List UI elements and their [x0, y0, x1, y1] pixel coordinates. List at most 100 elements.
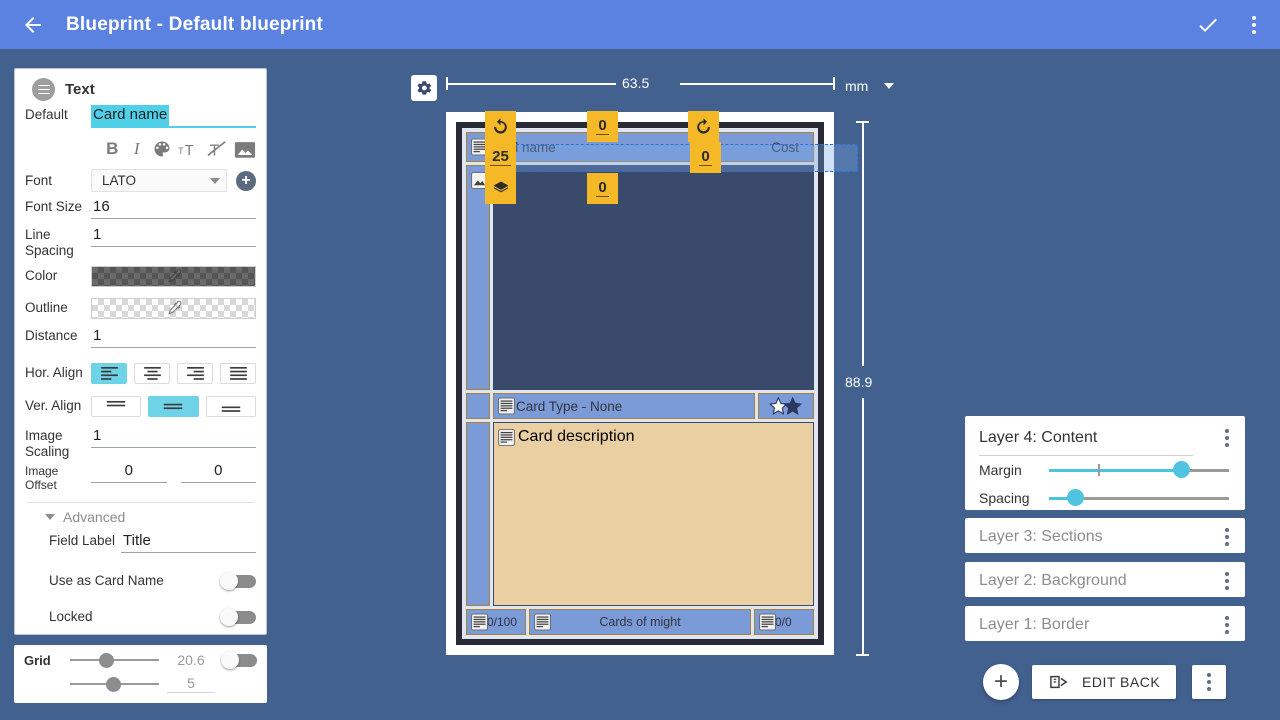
- card-field-type[interactable]: Card Type - None: [493, 393, 755, 419]
- edit-back-label: EDIT BACK: [1082, 674, 1160, 690]
- confirm-button[interactable]: [1188, 5, 1228, 45]
- grid-enable-toggle[interactable]: [221, 651, 257, 669]
- grid-size-slider[interactable]: [70, 651, 159, 669]
- layer-4-spacing-row: Spacing: [965, 484, 1245, 512]
- right-offset-handle[interactable]: 0: [690, 142, 721, 173]
- text-clear-icon: T: [206, 139, 228, 159]
- card-image-placeholder[interactable]: [493, 165, 814, 390]
- outline-swatch[interactable]: [91, 298, 256, 319]
- image-offset-label: Image Offset: [25, 465, 91, 493]
- color-palette-button[interactable]: [152, 137, 172, 161]
- rotate-ccw-handle[interactable]: [485, 111, 516, 142]
- back-button[interactable]: [18, 10, 48, 40]
- card-field-stars[interactable]: [758, 393, 814, 419]
- line-spacing-input[interactable]: 1: [91, 225, 256, 246]
- card-field-cost[interactable]: Cost: [706, 132, 814, 162]
- width-dim-line-left: [446, 83, 616, 85]
- layer-1-menu-button[interactable]: [1221, 614, 1233, 636]
- ver-align-row: Ver. Align: [25, 392, 256, 420]
- card-field-footer-right[interactable]: 0/0: [754, 609, 814, 635]
- spacing-slider[interactable]: [1049, 488, 1229, 508]
- ver-align-middle-button[interactable]: [148, 396, 198, 417]
- default-label: Default: [25, 107, 91, 123]
- layer-card-3[interactable]: Layer 3: Sections: [965, 518, 1245, 553]
- auto-font-size-button[interactable]: T T: [178, 137, 200, 161]
- font-select[interactable]: LATO: [91, 169, 227, 192]
- edit-back-button[interactable]: EDIT BACK: [1032, 665, 1176, 699]
- field-label-input[interactable]: Title: [121, 531, 256, 552]
- hor-align-left-button[interactable]: [91, 363, 127, 384]
- slider-knob[interactable]: [99, 653, 114, 668]
- top-offset-handle[interactable]: 0: [587, 111, 618, 142]
- layer-1-header: Layer 1: Border: [965, 606, 1245, 642]
- layer-4-menu-button[interactable]: [1221, 427, 1233, 449]
- unit-selector[interactable]: mm: [845, 78, 894, 94]
- slider-knob[interactable]: [106, 677, 121, 692]
- hor-align-justify-button[interactable]: [220, 363, 256, 384]
- grid-subdiv-slider[interactable]: [70, 675, 159, 693]
- more-vertical-icon: [1225, 572, 1229, 590]
- width-dim-tick-right: [833, 77, 835, 90]
- card-row-image: [466, 165, 814, 390]
- distance-input[interactable]: 1: [91, 326, 256, 347]
- layer-4-header: Layer 4: Content: [965, 416, 1245, 455]
- ver-align-top-button[interactable]: [91, 396, 141, 417]
- card-field-cost-text: Cost: [707, 133, 813, 161]
- appbar-overflow-button[interactable]: [1234, 5, 1274, 45]
- card-field-footer-left[interactable]: 0/100: [466, 609, 526, 635]
- grid-label: Grid: [24, 653, 70, 668]
- font-row: Font LATO +: [25, 169, 256, 197]
- add-font-button[interactable]: +: [236, 171, 256, 191]
- slider-knob[interactable]: [1067, 489, 1084, 506]
- layer-card-1[interactable]: Layer 1: Border: [965, 606, 1245, 641]
- shrink-text-button[interactable]: T: [206, 137, 228, 161]
- hor-align-center-button[interactable]: [134, 363, 170, 384]
- flip-card-icon: [1048, 673, 1070, 691]
- layer-1-title: Layer 1: Border: [979, 616, 1221, 634]
- height-dim-line-bottom: [862, 398, 864, 655]
- bottom-offset-handle[interactable]: 0: [587, 173, 618, 204]
- hor-align-right-button[interactable]: [177, 363, 213, 384]
- field-label-row: Field Label Title: [25, 531, 256, 559]
- image-offset-y-underline: 0: [181, 461, 257, 483]
- slider-knob[interactable]: [1173, 461, 1190, 478]
- ver-align-bottom-button[interactable]: [206, 396, 256, 417]
- grid-size-value[interactable]: 20.6: [167, 652, 215, 669]
- image-offset-y-input[interactable]: 0: [181, 461, 257, 482]
- app-bar: Blueprint - Default blueprint: [0, 0, 1280, 49]
- card-field-description[interactable]: Card description: [493, 422, 814, 606]
- font-select-value: LATO: [102, 173, 136, 188]
- locked-toggle[interactable]: [220, 608, 256, 626]
- rotate-cw-handle[interactable]: [688, 111, 719, 142]
- use-as-card-name-label: Use as Card Name: [49, 573, 220, 589]
- use-as-card-name-toggle[interactable]: [220, 572, 256, 590]
- image-button[interactable]: [234, 137, 256, 161]
- bottom-more-button[interactable]: [1192, 665, 1226, 699]
- card-field-type-side[interactable]: [466, 393, 490, 419]
- layer-3-title: Layer 3: Sections: [979, 528, 1221, 546]
- advanced-section-toggle[interactable]: Advanced: [25, 509, 256, 525]
- margin-slider[interactable]: [1049, 460, 1229, 480]
- bold-button[interactable]: B: [103, 137, 122, 161]
- card-field-description-side[interactable]: [466, 422, 490, 606]
- add-layer-button[interactable]: +: [983, 664, 1019, 700]
- image-scaling-input[interactable]: 1: [91, 426, 256, 447]
- left-offset-handle[interactable]: 25: [485, 142, 516, 173]
- layer-2-menu-button[interactable]: [1221, 570, 1233, 592]
- image-offset-row: Image Offset 0 0: [25, 461, 256, 493]
- color-swatch[interactable]: [91, 266, 256, 287]
- default-value-input[interactable]: Card name: [91, 105, 169, 126]
- font-size-input[interactable]: 16: [91, 197, 256, 218]
- layer-card-2[interactable]: Layer 2: Background: [965, 562, 1245, 597]
- image-offset-x-input[interactable]: 0: [91, 461, 167, 482]
- canvas-settings-button[interactable]: [411, 75, 437, 101]
- card-field-footer-mid[interactable]: Cards of might: [529, 609, 751, 635]
- italic-button[interactable]: I: [128, 137, 147, 161]
- vertical-align-center-icon: [161, 400, 185, 413]
- layer-3-menu-button[interactable]: [1221, 526, 1233, 548]
- layer-handle[interactable]: [485, 173, 516, 204]
- layer-card-4[interactable]: Layer 4: Content Margin Spacing: [965, 416, 1245, 510]
- grid-subdiv-value[interactable]: 5: [167, 675, 215, 693]
- slider-tick: [1098, 464, 1100, 476]
- vertical-align-bottom-icon: [219, 400, 243, 413]
